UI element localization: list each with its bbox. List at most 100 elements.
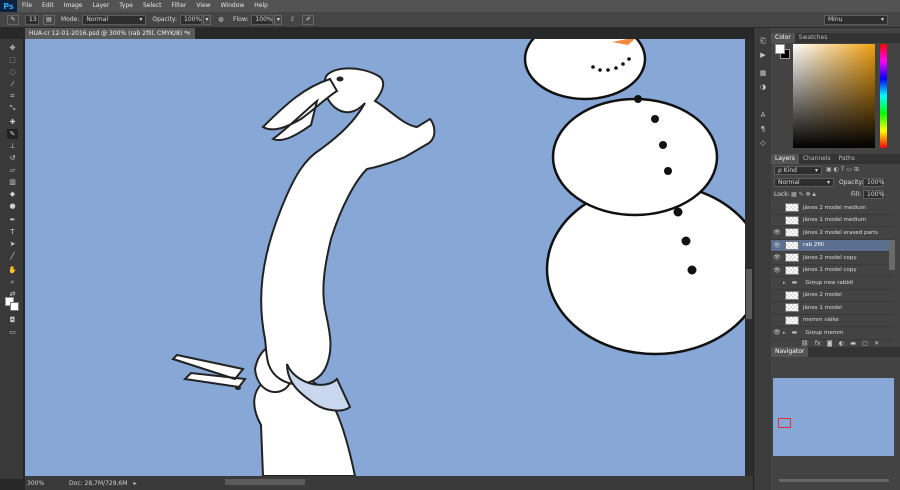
dodge-tool-icon[interactable]: ● [7,201,18,211]
menu-type[interactable]: Type [114,0,138,12]
quick-mask-icon[interactable]: ◘ [7,315,18,325]
filter-icons[interactable]: ▣ ◐ T ▭ ⊞ [826,166,859,173]
zoom-tool-icon[interactable]: ⌕ [7,277,18,287]
airbrush-icon[interactable]: ℰ [286,15,298,25]
layer-group-row[interactable]: 👁︎ ▸ ▬ Group memm [771,327,894,340]
lasso-tool-icon[interactable]: ◌ [7,67,18,77]
workspace-select[interactable]: Minu ▾ [824,14,888,25]
layer-row[interactable]: jänes 2 model [771,290,894,302]
layer-group-row[interactable]: ▸ ▬ Group new rabbit [771,277,894,290]
healing-brush-icon[interactable]: ✚ [7,117,18,127]
menu-help[interactable]: Help [249,0,273,12]
scroll-thumb[interactable] [746,269,752,319]
layer-row[interactable]: jänes 2 model medium [771,202,894,215]
marquee-tool-icon[interactable]: ⬚ [7,55,18,65]
tab-swatches[interactable]: Swatches [795,33,832,43]
paragraph-panel-icon[interactable]: ¶ [758,124,768,134]
tab-paths[interactable]: Paths [835,154,859,164]
brush-panel-icon[interactable]: ▤ [43,14,55,25]
hand-tool-icon[interactable]: ✋ [7,265,18,275]
mode-select[interactable]: Normal ▾ [82,14,147,25]
quick-select-icon[interactable]: ⁄ [7,79,18,89]
visibility-eye-icon[interactable]: 👁︎ [771,254,783,261]
eraser-icon[interactable]: ▱ [7,165,18,175]
foreground-color-chip[interactable] [775,44,785,54]
tab-layers[interactable]: Layers [771,154,799,164]
expand-arrow-icon[interactable]: ▸ [783,330,786,336]
menu-image[interactable]: Image [59,0,88,12]
navigator-view-box[interactable] [778,418,791,428]
history-panel-icon[interactable]: ⎗ [758,36,768,46]
brush-size-field[interactable]: 13 [25,14,39,25]
menu-file[interactable]: File [17,0,37,12]
navigator-preview[interactable] [773,378,894,456]
document-tab[interactable]: HUA-cr 12-01-2016.psd @ 300% (rab 2fill,… [25,28,195,39]
screen-mode-icon[interactable]: ▭ [7,327,18,337]
eyedropper-icon[interactable]: ⤡ [7,103,18,113]
blend-mode-select[interactable]: Normal ▾ [774,178,834,187]
shape-tool-icon[interactable]: ╱ [7,251,18,261]
color-field[interactable] [793,44,875,148]
blur-tool-icon[interactable]: ◆ [7,189,18,199]
menu-view[interactable]: View [191,0,215,12]
brush-preset-icon[interactable]: ✎ [7,14,19,25]
menu-filter[interactable]: Filter [167,0,192,12]
actions-panel-icon[interactable]: ▶ [758,50,768,60]
clone-stamp-icon[interactable]: ⊥ [7,141,18,151]
layer-row[interactable]: memm väike [771,315,894,327]
pressure-opacity-icon[interactable]: ◍ [215,15,227,25]
adjustments-panel-icon[interactable]: ◑ [758,82,768,92]
layer-row[interactable]: 👁︎ jänes 2 model copy [771,252,894,265]
adjustment-layer-icon[interactable]: ◐ [839,340,844,347]
flow-dropdown-icon[interactable]: ▾ [274,14,283,25]
background-color-swatch[interactable] [10,302,19,311]
move-tool-icon[interactable]: ✥ [7,43,18,53]
close-icon[interactable]: × [186,28,191,39]
layer-row[interactable]: 👁︎ jänes 1 model copy [771,265,894,277]
menu-edit[interactable]: Edit [37,0,59,12]
layer-row[interactable]: 👁︎ rab 2fill [771,239,894,252]
pressure-size-icon[interactable]: ✐ [302,14,315,25]
status-menu-icon[interactable]: ▸ [133,480,136,487]
character-panel-icon[interactable]: A [758,110,768,120]
pen-tool-icon[interactable]: ✒ [7,215,18,225]
visibility-eye-icon[interactable]: 👁︎ [771,229,783,236]
expand-arrow-icon[interactable]: ▸ [783,280,786,286]
type-tool-icon[interactable]: T [7,227,18,237]
new-group-icon[interactable]: ▬ [850,340,856,347]
visibility-eye-icon[interactable]: 👁︎ [771,267,783,274]
delete-layer-icon[interactable]: ✕ [874,340,879,347]
gradient-icon[interactable]: ▥ [7,177,18,187]
menu-layer[interactable]: Layer [87,0,114,12]
fill-field[interactable]: 100% [863,190,884,199]
lock-icons[interactable]: ▦ ✎ ✥ 🔒︎ [791,191,816,199]
horizontal-scroll-thumb[interactable] [225,479,305,485]
layer-opacity-field[interactable]: 100% [863,178,884,187]
layer-row[interactable]: jänes 1 model [771,302,894,315]
navigator-zoom-slider[interactable] [779,479,889,482]
new-layer-icon[interactable]: ▢ [862,340,868,347]
visibility-eye-icon[interactable]: 👁︎ [771,242,783,249]
crop-tool-icon[interactable]: ⌗ [7,91,18,101]
opacity-field[interactable]: 100% [180,14,203,25]
tab-color[interactable]: Color [771,33,795,43]
menu-window[interactable]: Window [216,0,250,12]
tab-channels[interactable]: Channels [799,154,835,164]
swatches-panel-icon[interactable]: ▦ [758,68,768,78]
document-canvas[interactable] [25,39,745,476]
link-layers-icon[interactable]: ⛓ [801,340,809,347]
vertical-scrollbar[interactable] [745,39,753,476]
flow-field[interactable]: 100% [251,14,274,25]
menu-select[interactable]: Select [138,0,167,12]
visibility-eye-icon[interactable]: 👁︎ [771,329,783,336]
layer-row[interactable]: jänes 1 model medium [771,215,894,227]
brush-tool-icon[interactable]: ✎ [7,129,18,139]
path-select-icon[interactable]: ➤ [7,239,18,249]
layer-mask-icon[interactable]: ◙ [827,340,833,347]
tab-navigator[interactable]: Navigator [771,347,809,357]
layer-row[interactable]: 👁︎ jänes 2 model erased parts [771,227,894,240]
opacity-dropdown-icon[interactable]: ▾ [203,14,212,25]
hue-slider[interactable] [880,44,887,148]
tool-presets-icon[interactable]: ◇ [758,138,768,148]
zoom-level[interactable]: 300% [27,480,55,487]
